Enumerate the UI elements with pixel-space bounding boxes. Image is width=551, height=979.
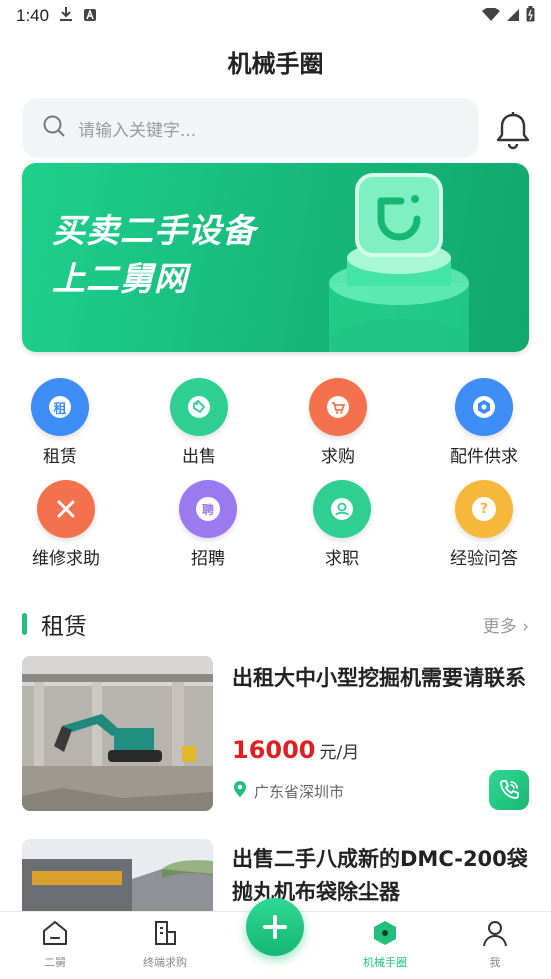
quick-action-hire[interactable]: 聘 招聘 [148, 480, 268, 569]
quick-action-rent[interactable]: 租 租赁 [0, 378, 120, 467]
job-search-icon [313, 480, 371, 538]
section-header-rent: 租赁 更多 › [22, 608, 529, 640]
quick-action-job-search[interactable]: 求职 [282, 480, 402, 569]
listing-location: 广东省深圳市 [232, 780, 344, 802]
nav-label: 终端求购 [143, 956, 187, 969]
status-bar: 1:40 [0, 0, 551, 32]
person-icon [483, 921, 507, 947]
quick-action-label: 租赁 [43, 447, 77, 467]
nav-item-me[interactable]: 我 [455, 918, 535, 970]
quick-action-qa[interactable]: ? 经验问答 [424, 480, 544, 569]
question-icon: ? [455, 480, 513, 538]
nav-label: 我 [489, 956, 501, 969]
search-icon [42, 114, 66, 142]
nav-label: 二舅 [44, 956, 66, 969]
promo-banner[interactable]: 买卖二手设备 上二舅网 [22, 163, 529, 352]
rent-icon: 租 [31, 378, 89, 436]
listing-photo-dust-collector [22, 839, 213, 911]
quick-action-label: 经验问答 [450, 549, 518, 569]
cart-icon [309, 378, 367, 436]
quick-action-label: 出售 [182, 447, 216, 467]
price-unit: 元/月 [319, 743, 360, 763]
location-text: 广东省深圳市 [254, 782, 345, 801]
tag-icon [170, 378, 228, 436]
listing-price: 16000 [232, 736, 316, 764]
banner-text: 买卖二手设备 上二舅网 [52, 207, 256, 303]
more-link[interactable]: 更多 › [483, 612, 529, 637]
quick-action-parts[interactable]: 配件供求 [424, 378, 544, 467]
tools-icon [37, 480, 95, 538]
listing-card[interactable]: 出租大中小型挖掘机需要请联系 16000 元/月 广东省深圳市 [22, 656, 529, 816]
nut-icon [455, 378, 513, 436]
notification-bell-icon[interactable] [494, 110, 532, 150]
signal-icon [506, 7, 520, 26]
phone-icon [500, 780, 519, 799]
app-notification-icon [83, 7, 97, 26]
listing-photo-excavator [22, 656, 213, 811]
quick-action-label: 求职 [325, 549, 359, 569]
quick-action-sell[interactable]: 出售 [139, 378, 259, 467]
banner-logo-illustration [329, 173, 469, 352]
download-icon [59, 6, 73, 26]
home-icon [43, 921, 67, 945]
section-title: 租赁 [41, 614, 87, 640]
nav-item-terminal-purchase[interactable]: 终端求购 [125, 918, 205, 970]
quick-action-label: 维修求助 [32, 549, 100, 569]
listing-title: 出租大中小型挖掘机需要请联系 [232, 666, 526, 690]
plus-icon [263, 915, 287, 939]
building-icon [155, 921, 176, 945]
quick-action-label: 求购 [321, 447, 355, 467]
quick-action-label: 配件供求 [450, 447, 518, 467]
section-accent-bar [22, 613, 27, 635]
quick-action-buy[interactable]: 求购 [278, 378, 398, 467]
wifi-icon [482, 6, 500, 26]
nav-item-home[interactable]: 二舅 [15, 918, 95, 970]
battery-icon [526, 6, 535, 26]
banner-line-2: 上二舅网 [52, 259, 188, 298]
quick-action-repair[interactable]: 维修求助 [6, 480, 126, 569]
status-time: 1:40 [16, 6, 50, 25]
location-pin-icon [232, 780, 248, 802]
hire-icon: 聘 [179, 480, 237, 538]
hexagon-icon [374, 921, 396, 945]
chevron-right-icon: › [516, 616, 529, 637]
banner-line-1: 买卖二手设备 [52, 211, 256, 250]
search-placeholder: 请输入关键字... [78, 120, 197, 141]
price-row: 16000 元/月 [232, 736, 359, 764]
call-button[interactable] [489, 770, 529, 810]
search-input[interactable]: 请输入关键字... [22, 98, 479, 158]
nav-item-machinery-circle[interactable]: 机械手圈 [345, 918, 425, 970]
add-post-button[interactable] [246, 898, 304, 956]
quick-action-label: 招聘 [191, 549, 225, 569]
nav-label: 机械手圈 [363, 956, 407, 969]
page-title: 机械手圈 [227, 50, 324, 78]
